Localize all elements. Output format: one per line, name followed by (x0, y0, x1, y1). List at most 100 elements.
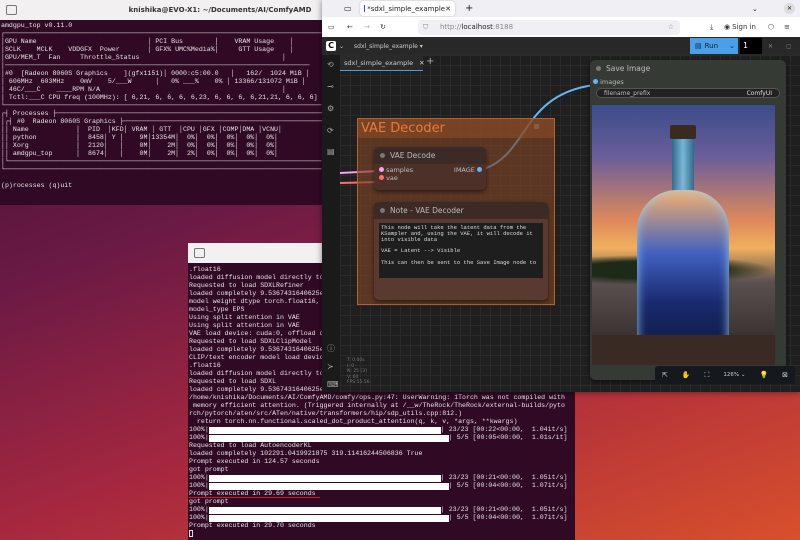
new-tab-icon[interactable]: + (465, 3, 473, 14)
console-icon[interactable]: ≻ (327, 362, 334, 371)
left-sidebar: ⟲ ⊸ ⚙ ⟳ ▤ ⓘ ≻ ⌨ (322, 55, 340, 392)
close-icon[interactable]: ✕ (768, 43, 773, 50)
progress-stats: | 5/5 [00:04<00:00, 1.07it/s] (448, 482, 568, 489)
progress-percent: 100%| (189, 514, 209, 521)
chevron-down-icon[interactable]: ⌄ (339, 43, 344, 50)
terminal-line: loaded completely 102291.0419921875 319.… (189, 450, 423, 457)
terminal-line: Prompt executed in 29.69 seconds (189, 490, 320, 498)
keyboard-icon[interactable]: ⌨ (327, 380, 339, 389)
reload-icon[interactable]: ↻ (380, 23, 386, 31)
note-node[interactable]: Note - VAE Decoder This node will take t… (374, 202, 548, 300)
close-window-icon[interactable]: ✕ (784, 3, 795, 14)
terminal-output: amdgpu_top v0.11.0 ┌─────────────────────… (0, 20, 330, 192)
progress-stats: | 23/23 [00:21<00:00, 1.05it/s] (440, 474, 568, 481)
extensions-icon[interactable]: ⬡ (768, 23, 774, 31)
terminal-line: │└──────────────────────────────────────… (1, 158, 322, 165)
progress-stats: | 5/5 [00:05<00:00, 1.01s/it] (448, 434, 568, 441)
progress-percent: 100%| (189, 434, 209, 441)
select-tool-icon[interactable]: ⇱ (662, 371, 668, 379)
browser-window: ▭ *sdxl_simple_example ✕ + ⌄ ✕ ▭ ← → ↻ ⛉ … (322, 0, 800, 392)
chevron-down-icon[interactable]: ⌄ (729, 42, 735, 50)
save-image-node[interactable]: Save Image images filename_prefix ComfyUI (590, 60, 786, 380)
terminal-line: │SCLK MCLK VDDGFX Power │ GFX% UMC%Media… (1, 46, 294, 53)
model-library-icon[interactable]: ⚙ (327, 104, 334, 113)
terminal-line: │───────────────────────────────────────… (1, 62, 310, 69)
progress-percent: 100%| (189, 482, 209, 489)
comfy-topbar: C ⌄ sdxl_simple_example ▾ ▤ Run ⌄ 1 ✕ ▢ (322, 37, 800, 55)
workflows-icon[interactable]: ⟳ (327, 126, 334, 135)
input-slot-images[interactable]: images (590, 77, 786, 87)
terminal-line: rch/pytorch/aten/src/ATen/native/transfo… (189, 410, 463, 417)
canvas-stats: T: 0.00s I: 0 N: 25 [3] V: 60 FPS:55.56 (347, 358, 370, 385)
group-title: VAE Decoder (358, 119, 554, 138)
run-button[interactable]: ▤ Run ⌄ (690, 38, 738, 54)
filename-prefix-widget[interactable]: filename_prefix ComfyUI (596, 88, 780, 98)
help-icon[interactable]: ⓘ (327, 343, 335, 354)
node-library-icon[interactable]: ⊸ (327, 82, 334, 91)
terminal-line: amdgpu_top v0.11.0 (1, 22, 73, 29)
tab-list-icon[interactable]: ▭ (344, 4, 352, 13)
back-icon[interactable]: ← (347, 23, 353, 31)
terminal-line: ││ Name │ PID │KFD│ VRAM │ GTT │CPU │GFX… (1, 126, 282, 133)
browser-tab[interactable]: *sdxl_simple_example ✕ (360, 1, 455, 16)
fit-view-icon[interactable]: ⛶ (705, 371, 710, 380)
close-tab-icon[interactable]: ✕ (445, 5, 451, 13)
toggle-panel-icon[interactable]: ▢ (786, 43, 792, 50)
collapse-dot-icon[interactable] (596, 66, 601, 71)
workflow-menu[interactable]: sdxl_simple_example ▾ (354, 43, 423, 50)
collapse-dot-icon[interactable] (380, 208, 385, 213)
zoom-dropdown[interactable]: 126% ⌄ (723, 372, 745, 378)
hand-tool-icon[interactable]: ✋ (682, 371, 691, 379)
progress-line: 100%| | 23/23 [00:21<00:00, 1.05it/s] (189, 506, 574, 514)
menu-icon[interactable]: ≡ (784, 23, 790, 31)
templates-icon[interactable]: ▤ (327, 147, 335, 156)
progress-stats: | 23/23 [00:21<00:00, 1.05it/s] (440, 506, 568, 513)
progress-line: 100%| | 5/5 [00:05<00:00, 1.01s/it] (189, 434, 574, 442)
history-icon[interactable]: ⟲ (327, 60, 334, 69)
terminal-line: return torch.nn.functional.scaled_dot_pr… (189, 418, 518, 425)
new-tab-icon[interactable] (6, 5, 17, 15)
canvas-toolbar: ⇱ ✋ ⛶ 126% ⌄ 💡 ⊠ (655, 366, 795, 384)
progress-percent: 100%| (189, 426, 209, 433)
lightbulb-icon[interactable]: 💡 (759, 371, 768, 379)
progress-bar (208, 434, 449, 442)
terminal-line: │GPU/MEM_T Fan Throttle_Status │ (1, 54, 286, 61)
bookmark-star-icon[interactable]: ☆ (668, 23, 674, 31)
new-tab-icon[interactable] (194, 248, 205, 258)
terminal-line: ││ Xorg │ 2120│ │ 0M│ 2M│ 0%│ 0%│ 0%│ 0%… (1, 142, 278, 149)
progress-percent: 100%| (189, 474, 209, 481)
graph-canvas[interactable]: sdxl_simple_example ✕ + VAE Decoder VAE D… (340, 55, 800, 392)
terminal-titlebar[interactable]: knishika@EVO-X1: ~/Documents/AI/ComfyAMD (0, 0, 330, 20)
chevron-down-icon[interactable]: ⌄ (752, 5, 758, 13)
progress-line: 100%| | 23/23 [00:21<00:00, 1.05it/s] (189, 474, 574, 482)
collapse-dot-icon[interactable] (380, 153, 385, 158)
terminal-line: Prompt executed in 29.70 seconds (189, 522, 316, 529)
terminal-line: memory efficient attention. (Triggered i… (189, 402, 565, 409)
progress-line: 100%| | 5/5 [00:04<00:00, 1.07it/s] (189, 514, 574, 522)
output-image-bottle[interactable] (592, 105, 775, 365)
note-textarea[interactable]: This node will take the latent data from… (379, 223, 543, 278)
progress-bar (208, 426, 441, 434)
sidebar-icon[interactable]: ▭ (328, 23, 335, 31)
terminal-line: /home/knishika/Documents/AI/ComfyAMD/com… (189, 394, 565, 401)
hide-links-icon[interactable]: ⊠ (782, 371, 788, 379)
forward-icon[interactable]: → (364, 23, 370, 31)
batch-count-input[interactable]: 1 (740, 38, 762, 54)
progress-line: 100%| | 23/23 [00:22<00:00, 1.04it/s] (189, 426, 574, 434)
sign-in-button[interactable]: ◉ Sign in (724, 23, 756, 31)
vae-decode-node[interactable]: VAE Decode samples vae IMAGE (374, 147, 486, 190)
url-bar[interactable]: ⛉ http://localhost:8188 ☆ (418, 19, 680, 35)
terminal-line: └───────────────────────────────────────… (1, 166, 322, 173)
output-slot-image[interactable]: IMAGE (454, 166, 482, 174)
terminal-line: Prompt executed in 124.57 seconds (189, 458, 320, 465)
terminal-amdgpu-top[interactable]: knishika@EVO-X1: ~/Documents/AI/ComfyAMD… (0, 0, 330, 205)
comfy-logo[interactable]: C (326, 41, 336, 51)
input-slot-vae[interactable]: vae (379, 174, 481, 182)
progress-percent: 100%| (189, 506, 209, 513)
play-icon: ▤ (695, 42, 702, 50)
terminal-line: got prompt (189, 466, 229, 473)
account-icon: ◉ (724, 23, 731, 31)
downloads-icon[interactable]: ⤓ (710, 23, 713, 32)
terminal-line: └───────────────────────────────────────… (1, 102, 322, 109)
